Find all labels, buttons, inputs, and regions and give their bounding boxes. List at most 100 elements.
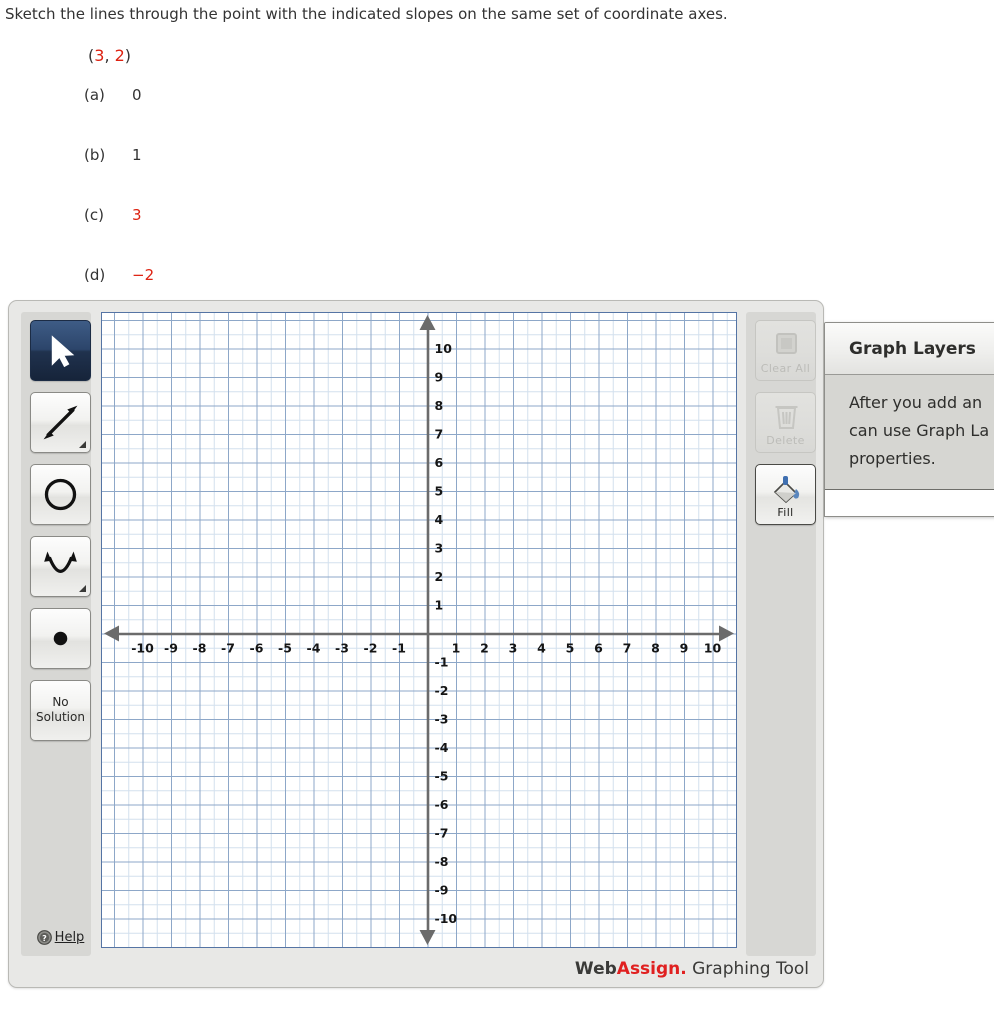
- svg-text:5: 5: [435, 484, 444, 499]
- svg-text:-7: -7: [435, 826, 449, 841]
- point-x-value: 3: [94, 46, 105, 65]
- graphing-tool-panel: No Solution ? Help -10 -9 -8 -7 -6 -5 -4 -3 -2 -1…: [8, 300, 824, 988]
- svg-text:-8: -8: [193, 641, 207, 656]
- svg-text:5: 5: [566, 641, 575, 656]
- part-c-label: (c): [84, 206, 104, 224]
- svg-text:-9: -9: [164, 641, 178, 656]
- svg-text:8: 8: [435, 398, 444, 413]
- point-comma: ,: [104, 46, 115, 65]
- svg-text:2: 2: [435, 569, 444, 584]
- graph-layers-title: Graph Layers: [825, 323, 994, 375]
- point-y-value: 2: [114, 46, 125, 65]
- svg-text:-3: -3: [435, 712, 449, 727]
- svg-text:-2: -2: [364, 641, 378, 656]
- svg-text:4: 4: [435, 512, 444, 527]
- clear-all-button[interactable]: Clear All: [755, 320, 816, 381]
- clear-all-label: Clear All: [760, 362, 811, 375]
- svg-text:-10: -10: [435, 911, 458, 926]
- svg-text:8: 8: [651, 641, 660, 656]
- parabola-tool-flyout-icon: [79, 585, 86, 592]
- svg-text:-6: -6: [250, 641, 264, 656]
- brand-graphing-tool: Graphing Tool: [686, 959, 809, 979]
- svg-text:3: 3: [509, 641, 518, 656]
- major-gridlines: [102, 313, 736, 947]
- given-point: (3, 2): [88, 46, 131, 65]
- no-solution-button[interactable]: No Solution: [30, 680, 91, 741]
- svg-text:-10: -10: [131, 641, 154, 656]
- parabola-tool[interactable]: [30, 536, 91, 597]
- delete-label: Delete: [766, 434, 805, 447]
- paren-close: ): [124, 46, 132, 65]
- graph-layers-panel: Graph Layers After you add an can use Gr…: [824, 322, 994, 517]
- svg-text:10: 10: [704, 641, 722, 656]
- part-a-row: (a) 0: [84, 86, 142, 104]
- line-tool-flyout-icon: [79, 441, 86, 448]
- svg-text:-1: -1: [435, 655, 449, 670]
- svg-text:9: 9: [680, 641, 689, 656]
- svg-text:-6: -6: [435, 797, 449, 812]
- no-solution-line-1: No: [52, 695, 69, 709]
- svg-text:-5: -5: [435, 769, 449, 784]
- part-d-slope: −2: [132, 266, 155, 284]
- point-tool[interactable]: [30, 608, 91, 669]
- svg-text:10: 10: [435, 341, 453, 356]
- svg-text:9: 9: [435, 370, 444, 385]
- paint-bucket-icon: [773, 476, 800, 504]
- left-toolbar: No Solution ? Help: [21, 312, 91, 956]
- clear-square-icon: [776, 333, 797, 354]
- brand-assign: Assign.: [616, 959, 687, 979]
- question-mark-circle-icon: ?: [36, 929, 52, 945]
- part-d-row: (d) −2: [84, 266, 154, 284]
- help-label: Help: [54, 929, 85, 945]
- part-b-slope: 1: [132, 146, 142, 164]
- svg-text:-3: -3: [335, 641, 349, 656]
- help-link[interactable]: ? Help: [30, 926, 91, 948]
- part-a-slope: 0: [132, 86, 142, 104]
- graph-layers-line-2: can use Graph La: [849, 421, 990, 440]
- svg-text:1: 1: [452, 641, 461, 656]
- svg-text:7: 7: [623, 641, 632, 656]
- graph-canvas[interactable]: -10 -9 -8 -7 -6 -5 -4 -3 -2 -1 1 2 3 4 5 6 7 8 9 10 10 9 8 7 6 5 4…: [101, 312, 737, 948]
- svg-text:-4: -4: [435, 740, 449, 755]
- minor-gridlines: [102, 313, 736, 947]
- circle-tool[interactable]: [30, 464, 91, 525]
- part-b-row: (b) 1: [84, 146, 142, 164]
- svg-text:6: 6: [435, 455, 444, 470]
- svg-text:2: 2: [480, 641, 489, 656]
- webassign-branding: WebAssign. Graphing Tool: [575, 959, 809, 979]
- coordinate-grid: -10 -9 -8 -7 -6 -5 -4 -3 -2 -1 1 2 3 4 5 6 7 8 9 1010987654…: [102, 313, 736, 947]
- cursor-arrow-icon: [51, 335, 75, 368]
- part-d-label: (d): [84, 266, 106, 284]
- svg-text:-7: -7: [221, 641, 235, 656]
- svg-text:-8: -8: [435, 854, 449, 869]
- trash-can-icon: [775, 406, 798, 429]
- right-toolbar: Clear All Delete Fill: [746, 312, 816, 956]
- question-prompt: Sketch the lines through the point with …: [5, 5, 728, 23]
- svg-text:-1: -1: [392, 641, 406, 656]
- fill-button[interactable]: Fill: [755, 464, 816, 525]
- svg-text:3: 3: [435, 541, 444, 556]
- svg-text:7: 7: [435, 427, 444, 442]
- part-c-row: (c) 3: [84, 206, 142, 224]
- line-tool[interactable]: [30, 392, 91, 453]
- axes: [104, 315, 734, 945]
- svg-text:-4: -4: [307, 641, 321, 656]
- svg-text:-5: -5: [278, 641, 292, 656]
- fill-label: Fill: [777, 506, 794, 519]
- graph-layers-description: After you add an can use Graph La proper…: [825, 375, 994, 490]
- svg-text:-9: -9: [435, 883, 449, 898]
- delete-button[interactable]: Delete: [755, 392, 816, 453]
- svg-text:?: ?: [42, 934, 47, 943]
- part-a-label: (a): [84, 86, 105, 104]
- svg-text:-2: -2: [435, 683, 449, 698]
- graph-layers-line-3: properties.: [849, 449, 936, 468]
- part-c-slope: 3: [132, 206, 142, 224]
- filled-dot-icon: [53, 631, 68, 646]
- svg-text:1: 1: [435, 598, 444, 613]
- graph-layers-empty-list: [825, 490, 994, 516]
- circle-icon: [44, 478, 77, 511]
- svg-text:4: 4: [537, 641, 546, 656]
- select-tool[interactable]: [30, 320, 91, 381]
- svg-text:6: 6: [594, 641, 603, 656]
- part-b-label: (b): [84, 146, 106, 164]
